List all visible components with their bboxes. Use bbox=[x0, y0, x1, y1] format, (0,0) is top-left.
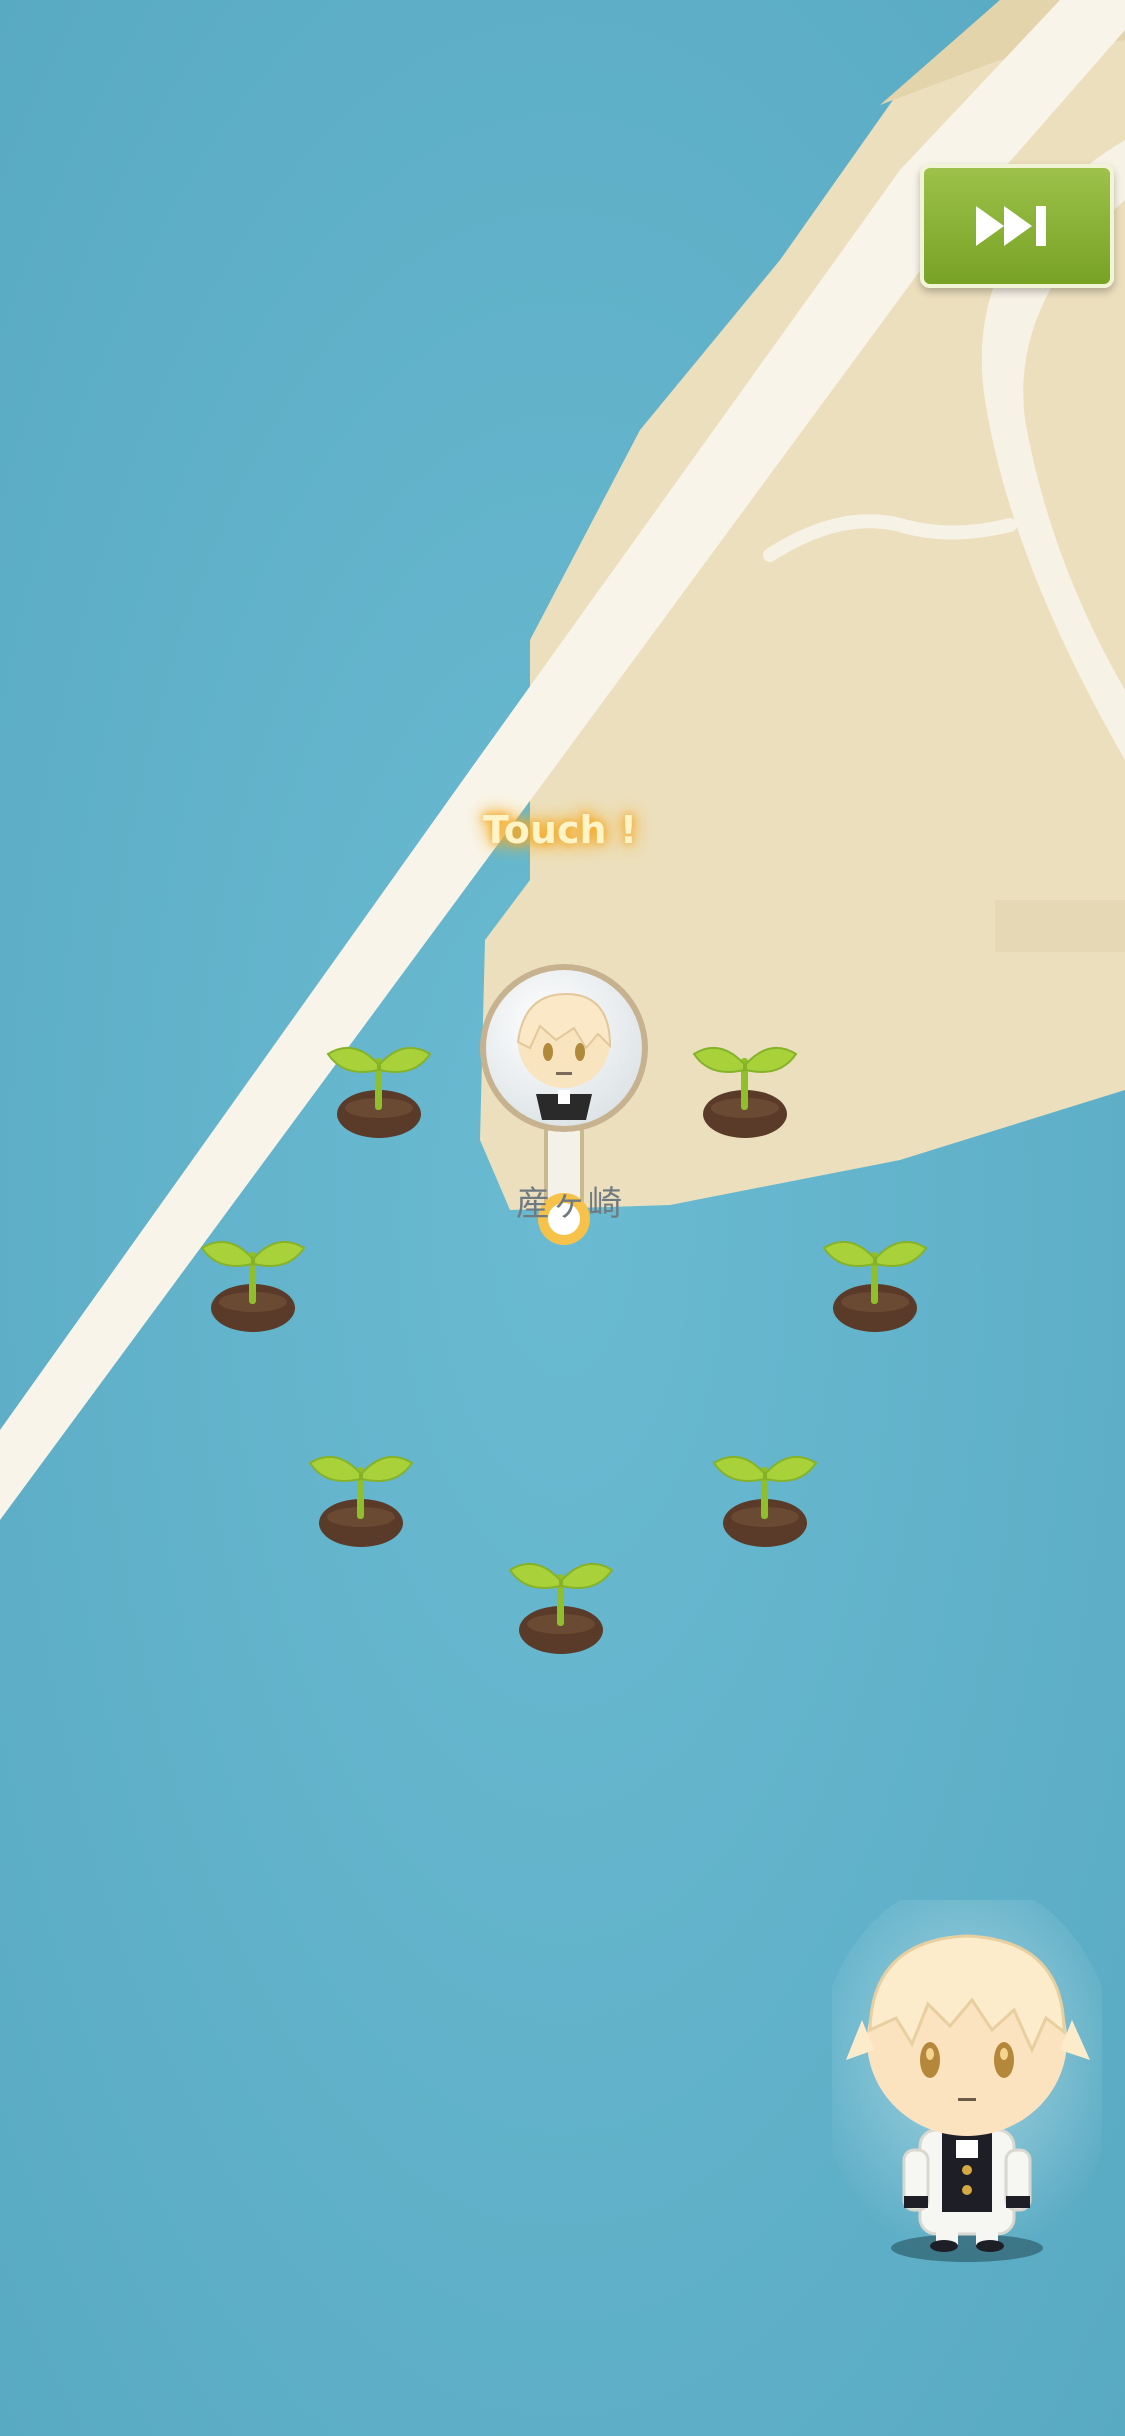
sprout-3[interactable] bbox=[198, 1230, 308, 1335]
touch-hint: Touch ! bbox=[482, 808, 638, 852]
sprout-5[interactable] bbox=[306, 1445, 416, 1550]
sprout-icon bbox=[308, 1455, 414, 1547]
sprout-4[interactable] bbox=[820, 1230, 930, 1335]
sprout-icon bbox=[712, 1455, 818, 1547]
sprout-icon bbox=[692, 1046, 798, 1138]
sprout-icon bbox=[326, 1046, 432, 1138]
sprout-icon bbox=[508, 1562, 614, 1654]
sprout-6[interactable] bbox=[710, 1445, 820, 1550]
chibi-character[interactable] bbox=[817, 1880, 1117, 2280]
fast-forward-icon bbox=[976, 206, 1046, 246]
sprout-1[interactable] bbox=[324, 1036, 434, 1141]
sprout-icon bbox=[822, 1240, 928, 1332]
game-map-stage: Touch ! 産ヶ崎 bbox=[0, 0, 1125, 2436]
skip-button[interactable] bbox=[920, 164, 1114, 288]
character-avatar bbox=[817, 1880, 1117, 2262]
sprout-icon bbox=[200, 1240, 306, 1332]
place-name-label: 産ヶ崎 bbox=[516, 1184, 624, 1224]
sprout-7[interactable] bbox=[506, 1552, 616, 1657]
sprout-2[interactable] bbox=[690, 1036, 800, 1141]
land-strip bbox=[995, 900, 1125, 952]
